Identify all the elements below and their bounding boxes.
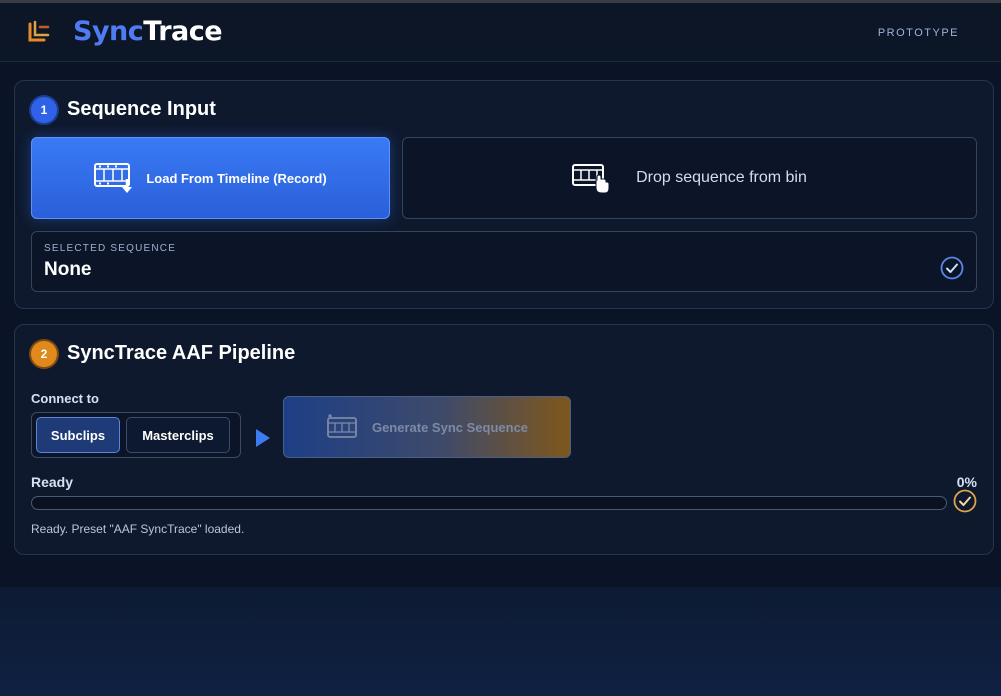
progress-percent: 0% xyxy=(956,474,977,490)
brand-sync: Sync xyxy=(73,16,144,47)
status-label: Ready xyxy=(31,474,74,490)
prototype-badge: PROTOTYPE xyxy=(877,27,959,39)
film-strip-icon xyxy=(327,414,357,438)
connect-toggle-group: Subclips Masterclips xyxy=(31,412,241,458)
drop-sequence-label: Drop sequence from bin xyxy=(636,169,807,186)
bottom-area xyxy=(0,587,1001,696)
film-download-icon xyxy=(94,163,133,193)
check-circle-icon xyxy=(953,489,977,513)
drop-sequence-button[interactable]: Drop sequence from bin xyxy=(402,137,977,219)
selected-sequence-label: SELECTED SEQUENCE xyxy=(44,243,177,254)
pipeline-title: SyncTrace AAF Pipeline xyxy=(67,342,296,364)
subclips-toggle[interactable]: Subclips xyxy=(36,417,120,453)
step-badge-2: 2 xyxy=(31,341,57,367)
app-header: SyncTrace PROTOTYPE xyxy=(0,3,1001,62)
check-circle-icon xyxy=(940,256,964,280)
generate-sync-sequence-button[interactable]: Generate Sync Sequence xyxy=(283,396,571,458)
status-message: Ready. Preset "AAF SyncTrace" loaded. xyxy=(31,522,245,536)
brand-trace: Trace xyxy=(143,16,223,47)
sequence-input-title: Sequence Input xyxy=(67,98,216,120)
selected-sequence-value: None xyxy=(44,259,92,280)
connect-to-label: Connect to xyxy=(31,391,99,406)
play-arrow-icon xyxy=(256,429,270,447)
film-hand-icon xyxy=(572,164,610,194)
selected-sequence-box: SELECTED SEQUENCE None xyxy=(31,231,977,292)
brand-title: SyncTrace xyxy=(73,16,223,47)
masterclips-toggle[interactable]: Masterclips xyxy=(126,417,230,453)
progress-bar xyxy=(31,496,947,510)
logo-icon xyxy=(28,20,50,42)
step-badge-1: 1 xyxy=(31,97,57,123)
generate-sync-sequence-label: Generate Sync Sequence xyxy=(371,419,529,435)
pipeline-card: 2 SyncTrace AAF Pipeline Connect to Subc… xyxy=(14,324,994,555)
load-from-timeline-button[interactable]: Load From Timeline (Record) xyxy=(31,137,390,219)
sequence-input-card: 1 Sequence Input Load From Timeline (Rec… xyxy=(14,80,994,309)
load-from-timeline-label: Load From Timeline (Record) xyxy=(146,170,327,186)
